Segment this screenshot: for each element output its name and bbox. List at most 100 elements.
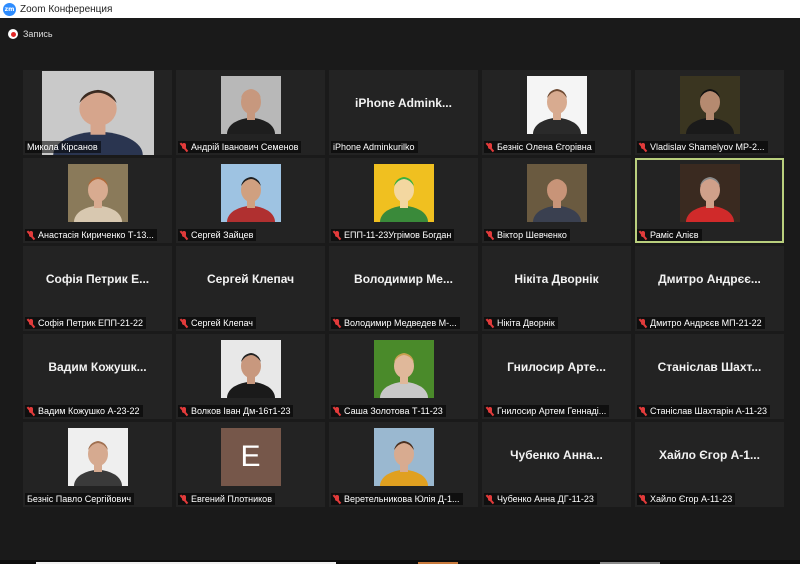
participant-name: Софія Петрик ЕПП-21-22 bbox=[38, 318, 144, 328]
participant-name-label: Безніс Олена Єгорівна bbox=[484, 141, 595, 153]
mic-muted-icon bbox=[333, 406, 341, 416]
recording-indicator[interactable]: Запись bbox=[8, 27, 53, 41]
participant-name: Безніс Павло Сергійович bbox=[27, 494, 132, 504]
participant-tile[interactable]: Дмитро Андрєє... Дмитро Андрєєв МП-21-22 bbox=[635, 246, 784, 331]
mic-muted-icon bbox=[333, 318, 341, 328]
woman-portrait-photo bbox=[526, 76, 587, 134]
participant-tile[interactable]: Сергей Зайцев bbox=[176, 158, 325, 243]
bottom-toolbar-edge bbox=[0, 560, 800, 564]
mic-muted-icon bbox=[639, 406, 647, 416]
participant-tile[interactable]: Станіслав Шахт... Станіслав Шахтарін А-11… bbox=[635, 334, 784, 419]
participant-name: Раміс Алієв bbox=[650, 230, 699, 240]
participant-tile[interactable]: Софія Петрик Е... Софія Петрик ЕПП-21-22 bbox=[23, 246, 172, 331]
mic-muted-icon bbox=[486, 142, 494, 152]
participant-name: Віктор Шевченко bbox=[497, 230, 567, 240]
participant-tile[interactable]: Саша Золотова Т-11-23 bbox=[329, 334, 478, 419]
mic-muted-icon bbox=[333, 230, 341, 240]
participant-name-label: Вадим Кожушко А-23-22 bbox=[25, 405, 143, 417]
participant-name: Безніс Олена Єгорівна bbox=[497, 142, 592, 152]
participant-name: Волков Іван Дм-16т1-23 bbox=[191, 406, 291, 416]
participant-name: Вадим Кожушко А-23-22 bbox=[38, 406, 140, 416]
mic-muted-icon bbox=[639, 142, 647, 152]
participant-tile[interactable]: Гнилосир Арте... Гнилосир Артем Геннаді..… bbox=[482, 334, 631, 419]
recording-label: Запись bbox=[23, 29, 53, 39]
participant-name-label: Раміс Алієв bbox=[637, 229, 702, 241]
mic-muted-icon bbox=[27, 318, 35, 328]
participant-name-label: Волков Іван Дм-16т1-23 bbox=[178, 405, 294, 417]
participant-tile[interactable]: Андрій Іванович Семенов bbox=[176, 70, 325, 155]
participant-tile[interactable]: Е Евгений Плотников bbox=[176, 422, 325, 507]
participant-name-label: Евгений Плотников bbox=[178, 493, 275, 505]
participant-display-name: Чубенко Анна... bbox=[510, 448, 603, 462]
girl-park-photo bbox=[373, 340, 434, 398]
participant-name: Хайло Єгор А-11-23 bbox=[650, 494, 733, 504]
mic-muted-icon bbox=[333, 494, 341, 504]
participant-name-label: Веретельникова Юлія Д-1... bbox=[331, 493, 463, 505]
participant-tile[interactable]: Раміс Алієв bbox=[635, 158, 784, 243]
window-titlebar: zm Zoom Конференция bbox=[0, 0, 800, 18]
participant-name: Володимир Медведев М-... bbox=[344, 318, 457, 328]
participant-display-name: Дмитро Андрєє... bbox=[658, 272, 761, 286]
participant-name-label: iPhone Adminkurilko bbox=[331, 141, 418, 153]
participant-name: Гнилосир Артем Геннаді... bbox=[497, 406, 607, 416]
participant-tile[interactable]: iPhone Admink... iPhone Adminkurilko bbox=[329, 70, 478, 155]
zoom-logo-icon: zm bbox=[3, 2, 16, 16]
participant-tile[interactable]: Чубенко Анна... Чубенко Анна ДГ-11-23 bbox=[482, 422, 631, 507]
participant-name-label: Андрій Іванович Семенов bbox=[178, 141, 302, 153]
letter-avatar: Е bbox=[220, 428, 281, 486]
cartoon-avatar-photo bbox=[373, 164, 434, 222]
participant-tile[interactable]: Vladislav Shamelyov MP-2... bbox=[635, 70, 784, 155]
participant-name: Станіслав Шахтарін А-11-23 bbox=[650, 406, 768, 416]
participant-tile[interactable]: Микола Кірсанов bbox=[23, 70, 172, 155]
participant-tile[interactable]: Хайло Єгор А-1... Хайло Єгор А-11-23 bbox=[635, 422, 784, 507]
participant-name: iPhone Adminkurilko bbox=[333, 142, 415, 152]
participant-name-label: Сергей Зайцев bbox=[178, 229, 257, 241]
mic-muted-icon bbox=[180, 406, 188, 416]
participant-display-name: Станіслав Шахт... bbox=[657, 360, 762, 374]
participant-name: Сергей Зайцев bbox=[191, 230, 254, 240]
participant-name-label: Софія Петрик ЕПП-21-22 bbox=[25, 317, 147, 329]
participant-name-label: Віктор Шевченко bbox=[484, 229, 570, 241]
participant-tile[interactable]: Безніс Олена Єгорівна bbox=[482, 70, 631, 155]
record-icon bbox=[8, 29, 18, 39]
mic-muted-icon bbox=[180, 494, 188, 504]
girl-outdoor-photo bbox=[67, 164, 128, 222]
participant-display-name: Софія Петрик Е... bbox=[45, 272, 150, 286]
participant-name: Анастасія Кириченко Т-13... bbox=[38, 230, 154, 240]
mic-muted-icon bbox=[27, 406, 35, 416]
participant-name-label: Микола Кірсанов bbox=[25, 141, 101, 153]
mic-muted-icon bbox=[27, 230, 35, 240]
person-dark-photo bbox=[679, 76, 740, 134]
man-hat-photo bbox=[526, 164, 587, 222]
participant-name: Саша Золотова Т-11-23 bbox=[344, 406, 443, 416]
participant-name: Дмитро Андрєєв МП-21-22 bbox=[650, 318, 762, 328]
participant-name: ЕПП-11-23Угрімов Богдан bbox=[344, 230, 452, 240]
participant-tile[interactable]: Володимир Ме... Володимир Медведев М-... bbox=[329, 246, 478, 331]
participant-tile[interactable]: Волков Іван Дм-16т1-23 bbox=[176, 334, 325, 419]
participant-display-name: Вадим Кожушк... bbox=[48, 360, 147, 374]
participant-name-label: Нікіта Дворнік bbox=[484, 317, 558, 329]
participant-name-label: Станіслав Шахтарін А-11-23 bbox=[637, 405, 771, 417]
participant-tile[interactable]: Сергей Клепач Сергей Клепач bbox=[176, 246, 325, 331]
participant-tile[interactable]: Анастасія Кириченко Т-13... bbox=[23, 158, 172, 243]
mic-muted-icon bbox=[639, 318, 647, 328]
participant-tile[interactable]: ЕПП-11-23Угрімов Богдан bbox=[329, 158, 478, 243]
man-sunglasses-photo bbox=[220, 164, 281, 222]
participant-display-name: Нікіта Дворнік bbox=[514, 272, 599, 286]
participant-name: Евгений Плотников bbox=[191, 494, 272, 504]
gallery-grid: Микола Кірсанов Андрій Іванович Семенов iP… bbox=[23, 70, 784, 507]
participant-tile[interactable]: Веретельникова Юлія Д-1... bbox=[329, 422, 478, 507]
participant-tile[interactable]: Вадим Кожушк... Вадим Кожушко А-23-22 bbox=[23, 334, 172, 419]
mic-muted-icon bbox=[639, 494, 647, 504]
participant-tile[interactable]: Безніс Павло Сергійович bbox=[23, 422, 172, 507]
participant-name-label: Дмитро Андрєєв МП-21-22 bbox=[637, 317, 765, 329]
participant-tile[interactable]: Віктор Шевченко bbox=[482, 158, 631, 243]
participant-display-name: Сергей Клепач bbox=[206, 272, 295, 286]
participant-name: Веретельникова Юлія Д-1... bbox=[344, 494, 460, 504]
mic-muted-icon bbox=[180, 318, 188, 328]
mic-muted-icon bbox=[486, 494, 494, 504]
participant-name-label: Безніс Павло Сергійович bbox=[25, 493, 135, 505]
participant-tile[interactable]: Нікіта Дворнік Нікіта Дворнік bbox=[482, 246, 631, 331]
participant-display-name: iPhone Admink... bbox=[355, 96, 452, 110]
participant-name-label: ЕПП-11-23Угрімов Богдан bbox=[331, 229, 455, 241]
